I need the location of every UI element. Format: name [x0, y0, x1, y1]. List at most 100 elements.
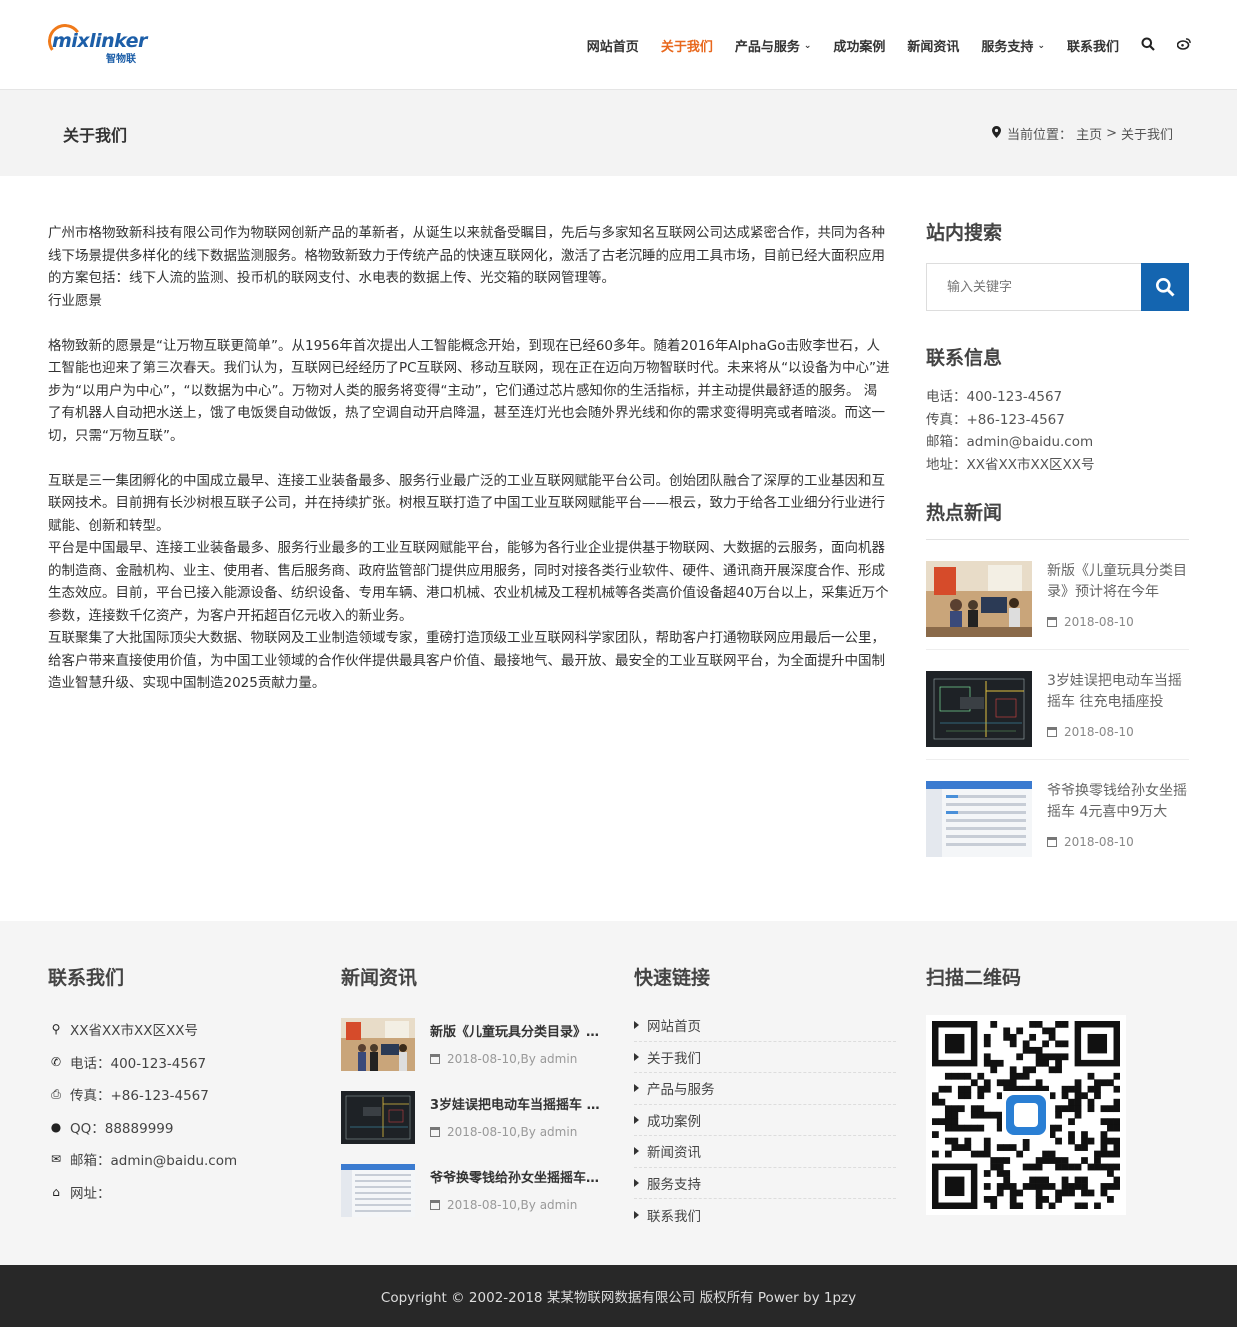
news-meta-text: 2018-08-10,By admin: [447, 1052, 578, 1066]
news-meta-text: 2018-08-10,By admin: [447, 1125, 578, 1139]
nav-label: 联系我们: [1066, 40, 1119, 55]
site-header: mixlinker 智物联 网站首页 关于我们 产品与服务 ⌄ 成功案例 新闻资讯…: [0, 0, 1237, 90]
footer-website: ⌂ 网址：: [48, 1176, 237, 1209]
page-title-bar: 关于我们 当前位置： 主页 > 关于我们: [0, 90, 1237, 176]
quick-link-about[interactable]: 关于我们: [634, 1042, 896, 1073]
home-icon: ⌂: [52, 1184, 60, 1199]
calendar-icon: [1047, 837, 1057, 847]
footer-phone: ✆ 电话：400-123-4567: [48, 1046, 237, 1079]
quick-link-news[interactable]: 新闻资讯: [634, 1136, 896, 1168]
nav-label: 服务支持: [981, 40, 1034, 55]
news-thumbnail[interactable]: [341, 1164, 415, 1217]
hot-news-title-link[interactable]: 新版《儿童玩具分类目录》预计将在今年: [1047, 561, 1189, 603]
envelope-icon: ✉: [50, 1152, 62, 1167]
news-date-text: 2018-08-10: [1064, 615, 1134, 629]
quick-link-cases[interactable]: 成功案例: [634, 1105, 896, 1136]
news-thumbnail[interactable]: [926, 561, 1032, 637]
site-logo[interactable]: mixlinker 智物联: [45, 21, 156, 65]
contact-fax: 传真：+86-123-4567: [926, 411, 1065, 428]
search-icon: [1156, 278, 1175, 297]
map-marker-icon: ⚲: [51, 1022, 61, 1037]
footer-contact-text: 网址：: [70, 1185, 111, 1202]
caret-right-icon: [634, 1052, 639, 1061]
article-paragraph: 格物致新的愿景是“让万物互联更简单”。从1956年首次提出人工智能概念开始，到现…: [48, 337, 890, 444]
contact-info: 电话：400-123-4567 传真：+86-123-4567 邮箱：admin…: [926, 386, 1189, 476]
nav-item-about[interactable]: 关于我们: [661, 36, 713, 55]
qq-icon: ●: [50, 1119, 62, 1134]
news-thumbnail[interactable]: [926, 781, 1032, 857]
caret-right-icon: [634, 1021, 639, 1030]
main-nav: 网站首页 关于我们 产品与服务 ⌄ 成功案例 新闻资讯 服务支持 ⌄ 联系我们: [565, 36, 1191, 55]
news-thumbnail[interactable]: [341, 1091, 415, 1144]
footer-fax: ⎙ 传真：+86-123-4567: [48, 1078, 237, 1111]
copyright-bar: Copyright © 2002-2018 某某物联网数据有限公司 版权所有 P…: [0, 1265, 1237, 1327]
map-marker-icon: [992, 126, 1002, 141]
contact-phone: 电话：400-123-4567: [926, 389, 1063, 405]
article-paragraph: 广州市格物致新科技有限公司作为物联网创新产品的革新者，从诞生以来就备受瞩目，先后…: [48, 225, 885, 286]
hot-news-title-link[interactable]: 3岁娃误把电动车当摇摇车 往充电插座投: [1047, 671, 1189, 713]
site-footer: 联系我们 ⚲ XX省XX市XX区XX号 ✆ 电话：400-123-4567 ⎙ 传真：…: [0, 921, 1237, 1265]
hot-news-title-link[interactable]: 爷爷换零钱给孙女坐摇摇车 4元喜中9万大: [1047, 781, 1189, 823]
fax-icon: ⎙: [51, 1086, 61, 1101]
footer-email: ✉ 邮箱：admin@baidu.com: [48, 1143, 237, 1176]
contact-address: 地址：XX省XX市XX区XX号: [926, 456, 1095, 473]
quick-link-label: 网站首页: [647, 1019, 701, 1036]
article-paragraph: 平台是中国最早、连接工业装备最多、服务行业最多的工业互联网赋能平台，能够为各行业…: [48, 540, 889, 624]
footer-qq: ● QQ：88889999: [48, 1111, 237, 1144]
chevron-down-icon: ⌄: [1037, 40, 1045, 51]
quick-link-label: 联系我们: [647, 1208, 701, 1225]
news-thumbnail[interactable]: [926, 671, 1032, 747]
quick-link-label: 关于我们: [647, 1050, 701, 1067]
nav-item-support[interactable]: 服务支持 ⌄: [981, 36, 1045, 55]
search-input[interactable]: [926, 263, 1141, 311]
nav-item-contact[interactable]: 联系我们: [1067, 36, 1119, 55]
footer-news-item[interactable]: 3岁娃误把电动车当摇摇车 往充电插座投 2018-08-10,By admin: [341, 1091, 602, 1164]
footer-news-item[interactable]: 新版《儿童玩具分类目录》预计将在今年 2018-08-10,By admin: [341, 1018, 602, 1091]
footer-contact-text: QQ：88889999: [70, 1120, 174, 1137]
news-thumbnail[interactable]: [341, 1018, 415, 1071]
footer-news-item[interactable]: 爷爷换零钱给孙女坐摇摇车 4元喜中9万大 2018-08-10,By admin: [341, 1164, 602, 1237]
quick-link-products[interactable]: 产品与服务: [634, 1073, 896, 1105]
breadcrumb: 当前位置： 主页 > 关于我们: [992, 124, 1173, 143]
footer-address: ⚲ XX省XX市XX区XX号: [48, 1013, 237, 1046]
logo-subtitle: 智物联: [106, 54, 136, 65]
quick-link-label: 成功案例: [647, 1113, 701, 1130]
news-date-text: 2018-08-10: [1064, 835, 1134, 849]
footer-contact: 联系我们 ⚲ XX省XX市XX区XX号 ✆ 电话：400-123-4567 ⎙ 传真：…: [48, 963, 237, 1208]
calendar-icon: [430, 1054, 440, 1064]
footer-news-link[interactable]: 新版《儿童玩具分类目录》预计将在今年: [430, 1021, 602, 1040]
calendar-icon: [430, 1200, 440, 1210]
nav-label: 产品与服务: [734, 40, 800, 55]
news-date-text: 2018-08-10: [1064, 725, 1134, 739]
breadcrumb-prefix: 当前位置：: [1007, 128, 1073, 143]
search-button[interactable]: [1141, 263, 1189, 311]
footer-contact-text: 电话：400-123-4567: [70, 1055, 207, 1072]
nav-label: 网站首页: [586, 40, 639, 55]
breadcrumb-separator: >: [1106, 126, 1117, 141]
nav-item-news[interactable]: 新闻资讯: [907, 36, 959, 55]
nav-item-home[interactable]: 网站首页: [587, 36, 639, 55]
weibo-icon[interactable]: [1176, 37, 1191, 54]
footer-contact-title: 联系我们: [48, 967, 125, 989]
quick-link-contact[interactable]: 联系我们: [634, 1199, 896, 1231]
footer-news-link[interactable]: 爷爷换零钱给孙女坐摇摇车 4元喜中9万大: [430, 1167, 602, 1186]
footer-contact-text: XX省XX市XX区XX号: [70, 1023, 198, 1040]
nav-item-products[interactable]: 产品与服务 ⌄: [735, 36, 812, 55]
search-icon[interactable]: [1141, 37, 1155, 55]
hot-news-item[interactable]: 新版《儿童玩具分类目录》预计将在今年 2018-08-10: [926, 540, 1189, 650]
hot-news-item[interactable]: 3岁娃误把电动车当摇摇车 往充电插座投 2018-08-10: [926, 650, 1189, 760]
nav-item-cases[interactable]: 成功案例: [833, 36, 885, 55]
qr-code-image: [926, 1015, 1126, 1215]
nav-label: 新闻资讯: [907, 40, 960, 55]
caret-right-icon: [634, 1084, 639, 1093]
hot-news-item[interactable]: 爷爷换零钱给孙女坐摇摇车 4元喜中9万大 2018-08-10: [926, 760, 1189, 870]
quick-link-label: 新闻资讯: [647, 1145, 701, 1162]
footer-contact-text: 邮箱：admin@baidu.com: [70, 1153, 238, 1170]
footer-news-link[interactable]: 3岁娃误把电动车当摇摇车 往充电插座投: [430, 1094, 602, 1113]
logo-wordmark: mixlinker: [52, 30, 147, 52]
footer-links-title: 快速链接: [634, 967, 711, 989]
quick-link-home[interactable]: 网站首页: [634, 1010, 896, 1042]
quick-link-support[interactable]: 服务支持: [634, 1168, 896, 1199]
page-title: 关于我们: [63, 126, 128, 145]
breadcrumb-home[interactable]: 主页: [1076, 124, 1102, 143]
